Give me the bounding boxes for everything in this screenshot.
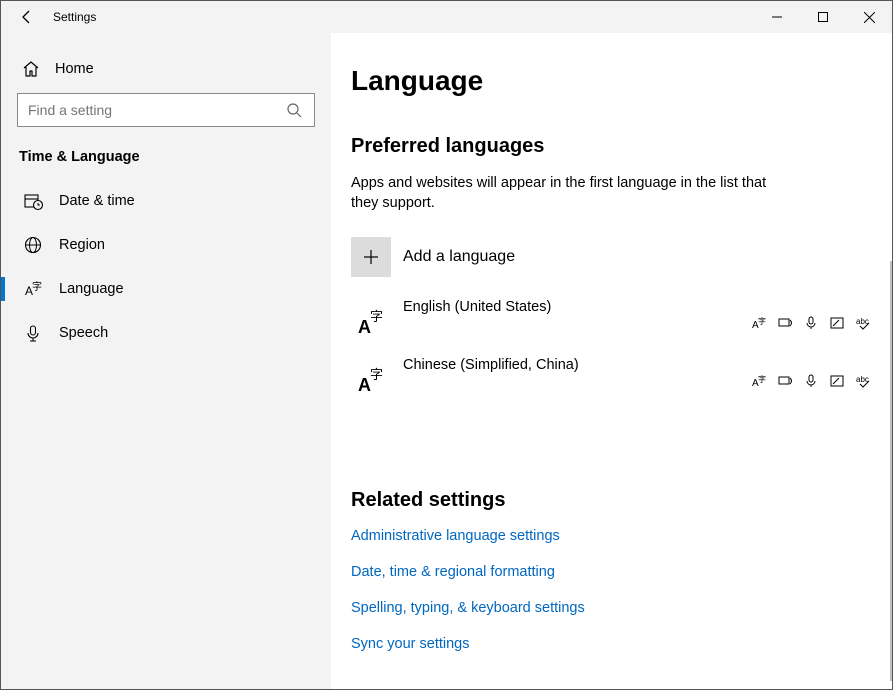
add-language-button[interactable]: Add a language (351, 237, 872, 277)
close-button[interactable] (846, 1, 892, 33)
home-icon (21, 59, 41, 79)
add-language-label: Add a language (403, 248, 515, 266)
language-feature-icons: A字 abc (752, 312, 872, 332)
svg-text:字: 字 (370, 367, 383, 382)
language-name: English (United States) (403, 293, 752, 315)
language-glyph-icon: A字 (351, 302, 391, 342)
link-date-time-format[interactable]: Date, time & regional formatting (351, 564, 872, 580)
body: Home Time & Language Date & time Reg (1, 33, 892, 689)
related-heading: Related settings (351, 489, 872, 512)
spellcheck-icon: abc (856, 316, 872, 332)
main-content: Language Preferred languages Apps and we… (331, 33, 892, 689)
nav-label: Language (59, 281, 124, 297)
window-controls (754, 1, 892, 33)
page-title: Language (351, 65, 872, 97)
handwriting-icon (830, 316, 846, 332)
language-item-english[interactable]: A字 English (United States) A字 abc (351, 293, 872, 351)
svg-text:字: 字 (370, 309, 383, 324)
sidebar-item-region[interactable]: Region (17, 223, 315, 267)
link-sync-settings[interactable]: Sync your settings (351, 636, 872, 652)
search-input[interactable] (28, 102, 284, 118)
preferred-heading: Preferred languages (351, 135, 872, 158)
minimize-button[interactable] (754, 1, 800, 33)
sidebar-item-speech[interactable]: Speech (17, 311, 315, 355)
plus-icon (351, 237, 391, 277)
language-icon: A字 (23, 279, 43, 299)
display-language-icon: A字 (752, 374, 768, 390)
home-button[interactable]: Home (17, 53, 315, 93)
home-label: Home (55, 61, 94, 77)
sidebar-item-language[interactable]: A字 Language (17, 267, 315, 311)
text-to-speech-icon (778, 316, 794, 332)
text-to-speech-icon (778, 374, 794, 390)
back-button[interactable] (13, 3, 41, 31)
sidebar-group-title: Time & Language (19, 149, 315, 165)
svg-text:字: 字 (758, 374, 766, 384)
search-icon (284, 100, 304, 120)
language-item-chinese[interactable]: A字 Chinese (Simplified, China) A字 abc (351, 351, 872, 409)
sidebar-item-date-time[interactable]: Date & time (17, 179, 315, 223)
sidebar: Home Time & Language Date & time Reg (1, 33, 331, 689)
svg-text:字: 字 (758, 316, 766, 326)
search-box[interactable] (17, 93, 315, 127)
nav-label: Region (59, 237, 105, 253)
link-admin-language[interactable]: Administrative language settings (351, 528, 872, 544)
microphone-icon (23, 323, 43, 343)
scrollbar[interactable] (890, 261, 892, 681)
window-title: Settings (53, 10, 96, 24)
nav-label: Speech (59, 325, 108, 341)
spellcheck-icon: abc (856, 374, 872, 390)
link-spelling-keyboard[interactable]: Spelling, typing, & keyboard settings (351, 600, 872, 616)
title-bar: Settings (1, 1, 892, 33)
nav-label: Date & time (59, 193, 135, 209)
globe-icon (23, 235, 43, 255)
preferred-description: Apps and websites will appear in the fir… (351, 174, 791, 213)
language-feature-icons: A字 abc (752, 370, 872, 390)
calendar-clock-icon (23, 191, 43, 211)
speech-recognition-icon (804, 316, 820, 332)
language-name: Chinese (Simplified, China) (403, 351, 752, 373)
language-glyph-icon: A字 (351, 360, 391, 400)
speech-recognition-icon (804, 374, 820, 390)
display-language-icon: A字 (752, 316, 768, 332)
handwriting-icon (830, 374, 846, 390)
settings-window: Settings Home (0, 0, 893, 690)
maximize-button[interactable] (800, 1, 846, 33)
svg-text:字: 字 (32, 280, 42, 293)
